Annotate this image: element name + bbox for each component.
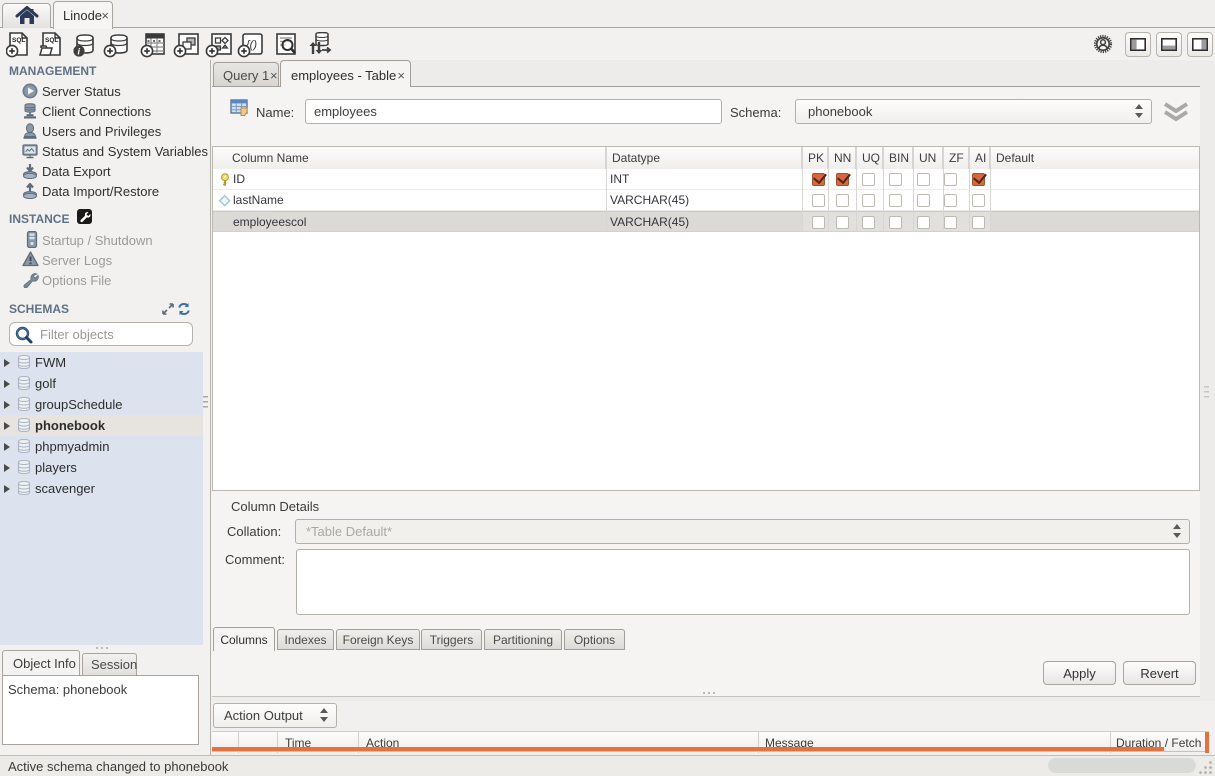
svg-text:SQL: SQL: [45, 37, 58, 44]
svg-text:SQL: SQL: [12, 37, 25, 44]
